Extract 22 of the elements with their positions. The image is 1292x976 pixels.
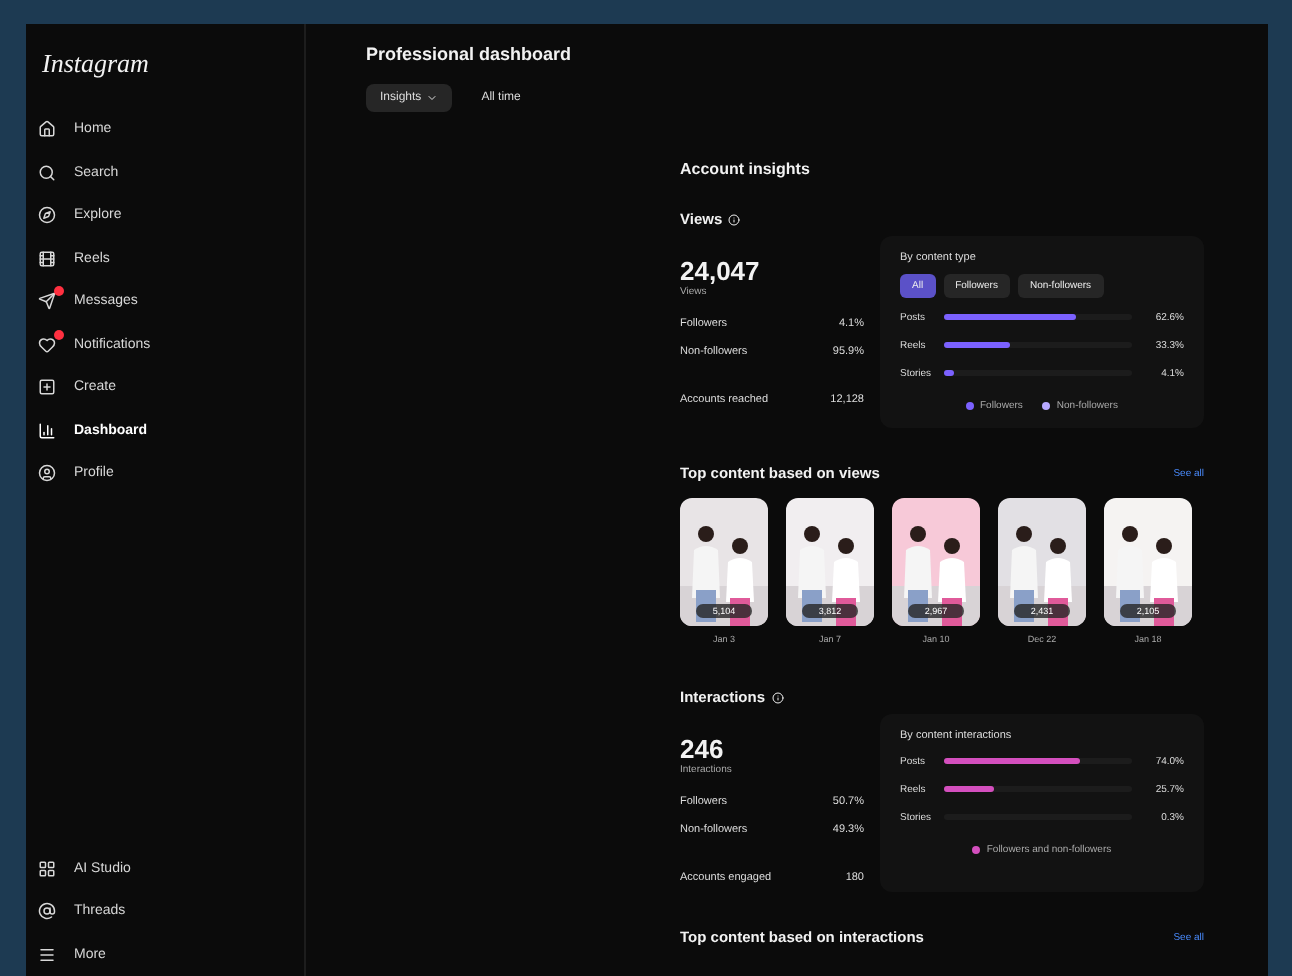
grid-icon bbox=[38, 859, 56, 878]
avatar-icon bbox=[38, 464, 56, 483]
logo[interactable]: Instagram bbox=[38, 44, 288, 108]
section-heading: Account insights bbox=[680, 160, 812, 178]
at-sign-icon bbox=[38, 902, 56, 921]
notification-dot bbox=[54, 329, 64, 339]
page-title: Professional dashboard bbox=[366, 44, 574, 64]
info-icon bbox=[771, 691, 784, 703]
info-icon bbox=[728, 213, 741, 225]
chevron-icon bbox=[425, 92, 438, 104]
compass-icon bbox=[38, 206, 56, 225]
notification-dot bbox=[54, 286, 64, 296]
search-icon bbox=[38, 163, 56, 182]
bar-chart-icon bbox=[38, 421, 56, 440]
plus-square-icon bbox=[38, 378, 56, 397]
total-value: 246 bbox=[680, 734, 726, 764]
heart-icon bbox=[38, 335, 56, 354]
home-icon bbox=[38, 120, 56, 139]
film-icon bbox=[38, 249, 56, 268]
menu-icon bbox=[38, 945, 56, 964]
total-value: 24,047 bbox=[680, 256, 762, 286]
paper-plane-icon bbox=[38, 292, 56, 311]
